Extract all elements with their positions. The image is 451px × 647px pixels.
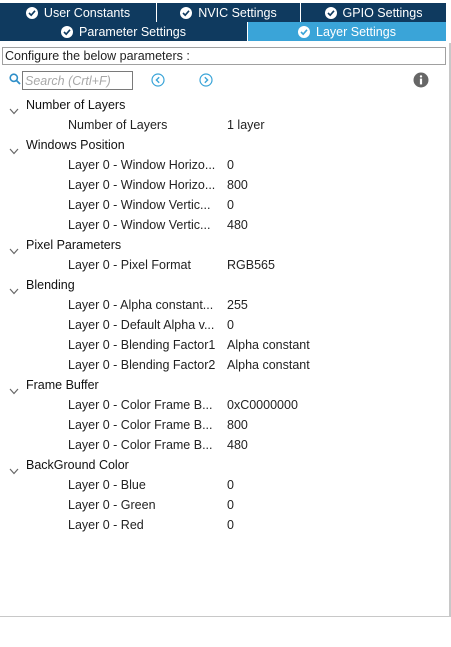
circle-chevron-right-icon[interactable] <box>199 73 213 87</box>
param-row[interactable]: Layer 0 - Blending Factor2 Alpha constan… <box>0 355 448 375</box>
tab-bar-top: User Constants NVIC Settings GPIO Settin… <box>0 3 447 22</box>
param-label: Layer 0 - Window Vertic... <box>68 218 211 232</box>
group-label: BackGround Color <box>26 458 129 472</box>
param-value[interactable]: RGB565 <box>227 255 275 275</box>
group-label: Windows Position <box>26 138 125 152</box>
param-row[interactable]: Layer 0 - Window Vertic... 480 <box>0 215 448 235</box>
config-header: Configure the below parameters : <box>2 47 446 65</box>
group-label: Pixel Parameters <box>26 238 122 252</box>
info-icon[interactable] <box>413 72 429 88</box>
param-value[interactable]: 0 <box>227 315 234 335</box>
param-label: Layer 0 - Red <box>68 518 144 532</box>
param-label: Layer 0 - Pixel Format <box>68 258 191 272</box>
group-frame-buffer[interactable]: Frame Buffer <box>0 375 448 395</box>
param-label: Layer 0 - Color Frame B... <box>68 438 213 452</box>
param-value[interactable]: 0 <box>227 155 234 175</box>
param-value[interactable]: 0 <box>227 515 234 535</box>
check-circle-icon <box>180 6 193 19</box>
param-row[interactable]: Number of Layers 1 layer <box>0 115 448 135</box>
search-input[interactable] <box>22 71 133 90</box>
param-value[interactable]: 0 <box>227 475 234 495</box>
tab-label: GPIO Settings <box>342 5 423 20</box>
param-label: Layer 0 - Window Vertic... <box>68 198 211 212</box>
tab-label: NVIC Settings <box>198 5 277 20</box>
param-label: Layer 0 - Alpha constant... <box>68 298 214 312</box>
param-row[interactable]: Layer 0 - Color Frame B... 0xC0000000 <box>0 395 448 415</box>
check-circle-icon <box>324 6 337 19</box>
param-label: Number of Layers <box>68 118 168 132</box>
param-row[interactable]: Layer 0 - Pixel Format RGB565 <box>0 255 448 275</box>
param-value[interactable]: 255 <box>227 295 248 315</box>
circle-chevron-left-icon[interactable] <box>151 73 165 87</box>
group-blending[interactable]: Blending <box>0 275 448 295</box>
tab-parameter-settings[interactable]: Parameter Settings <box>0 22 248 41</box>
param-label: Layer 0 - Blending Factor1 <box>68 338 216 352</box>
group-label: Blending <box>26 278 75 292</box>
param-row[interactable]: Layer 0 - Color Frame B... 480 <box>0 435 448 455</box>
param-value[interactable]: 480 <box>227 215 248 235</box>
group-number-of-layers[interactable]: Number of Layers <box>0 95 448 115</box>
param-label: Layer 0 - Color Frame B... <box>68 418 213 432</box>
tab-bar-bottom: Parameter Settings Layer Settings <box>0 22 447 41</box>
param-row[interactable]: Layer 0 - Green 0 <box>0 495 448 515</box>
panel-bottom-border <box>0 616 451 617</box>
group-label: Number of Layers <box>26 98 126 112</box>
check-circle-icon <box>25 6 38 19</box>
group-windows-position[interactable]: Windows Position <box>0 135 448 155</box>
param-label: Layer 0 - Default Alpha v... <box>68 318 215 332</box>
check-circle-icon <box>298 25 311 38</box>
param-value[interactable]: 800 <box>227 175 248 195</box>
param-label: Layer 0 - Blue <box>68 478 146 492</box>
param-row[interactable]: Layer 0 - Red 0 <box>0 515 448 535</box>
param-row[interactable]: Layer 0 - Window Horizo... 0 <box>0 155 448 175</box>
tab-label: Parameter Settings <box>79 24 186 39</box>
search-icon[interactable] <box>9 73 21 88</box>
group-background-color[interactable]: BackGround Color <box>0 455 448 475</box>
parameter-tree: Number of Layers Number of Layers 1 laye… <box>0 95 448 535</box>
tab-user-constants[interactable]: User Constants <box>0 3 157 22</box>
param-value[interactable]: Alpha constant <box>227 355 310 375</box>
group-label: Frame Buffer <box>26 378 99 392</box>
param-row[interactable]: Layer 0 - Color Frame B... 800 <box>0 415 448 435</box>
tab-label: User Constants <box>43 5 131 20</box>
param-value[interactable]: 0 <box>227 495 234 515</box>
tab-label: Layer Settings <box>316 24 396 39</box>
param-row[interactable]: Layer 0 - Blending Factor1 Alpha constan… <box>0 335 448 355</box>
param-row[interactable]: Layer 0 - Window Vertic... 0 <box>0 195 448 215</box>
param-label: Layer 0 - Window Horizo... <box>68 158 216 172</box>
param-value[interactable]: Alpha constant <box>227 335 310 355</box>
tab-nvic-settings[interactable]: NVIC Settings <box>157 3 301 22</box>
tab-layer-settings[interactable]: Layer Settings <box>248 22 447 41</box>
param-label: Layer 0 - Color Frame B... <box>68 398 213 412</box>
param-row[interactable]: Layer 0 - Blue 0 <box>0 475 448 495</box>
check-circle-icon <box>61 25 73 38</box>
param-value[interactable]: 1 layer <box>227 115 265 135</box>
param-value[interactable]: 0 <box>227 195 234 215</box>
param-label: Layer 0 - Blending Factor2 <box>68 358 216 372</box>
param-row[interactable]: Layer 0 - Alpha constant... 255 <box>0 295 448 315</box>
param-label: Layer 0 - Green <box>68 498 156 512</box>
param-value[interactable]: 0xC0000000 <box>227 395 298 415</box>
param-label: Layer 0 - Window Horizo... <box>68 178 216 192</box>
param-row[interactable]: Layer 0 - Window Horizo... 800 <box>0 175 448 195</box>
tab-gpio-settings[interactable]: GPIO Settings <box>301 3 447 22</box>
param-value[interactable]: 800 <box>227 415 248 435</box>
group-pixel-parameters[interactable]: Pixel Parameters <box>0 235 448 255</box>
param-value[interactable]: 480 <box>227 435 248 455</box>
param-row[interactable]: Layer 0 - Default Alpha v... 0 <box>0 315 448 335</box>
